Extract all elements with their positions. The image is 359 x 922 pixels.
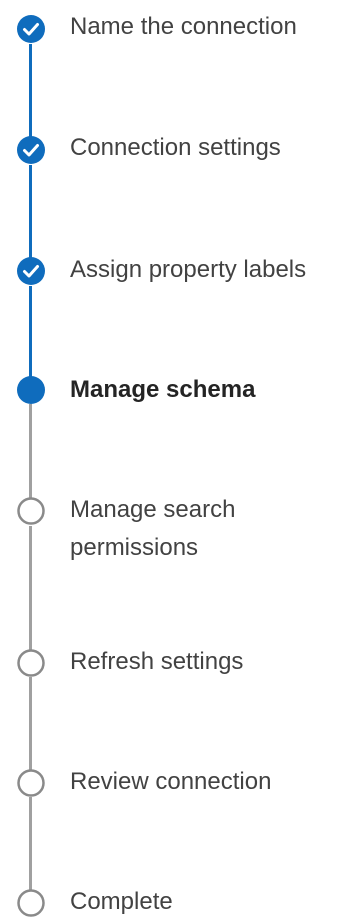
- step-connector: [29, 404, 32, 499]
- empty-circle-icon: [17, 769, 45, 797]
- checkmark-circle-icon: [17, 15, 45, 43]
- empty-circle-icon: [17, 497, 45, 525]
- step-label: Name the connection: [70, 13, 297, 40]
- step-label: Complete: [70, 888, 173, 915]
- step-connector: [29, 44, 32, 138]
- step-label: Assign property labels: [70, 256, 307, 283]
- empty-circle-icon: [17, 889, 45, 917]
- step-connector: [29, 526, 32, 651]
- checkmark-circle-icon: [17, 257, 45, 285]
- checkmark-circle-icon: [17, 136, 45, 164]
- step-connector: [29, 797, 32, 891]
- step-connector: [29, 165, 32, 258]
- step-label-line-2: permissions: [70, 534, 199, 561]
- step-label: Connection settings: [70, 134, 281, 161]
- step-connector: [29, 677, 32, 771]
- step-connector: [29, 286, 32, 378]
- step-label: Refresh settings: [70, 648, 244, 675]
- empty-circle-icon: [17, 649, 45, 677]
- filled-circle-icon: [17, 376, 45, 404]
- step-label: Manage schema: [70, 376, 256, 403]
- step-label-line-1: Manage search: [70, 496, 236, 523]
- step-label: Review connection: [70, 768, 272, 795]
- wizard-stepper: Name the connection Connection settings …: [0, 0, 359, 922]
